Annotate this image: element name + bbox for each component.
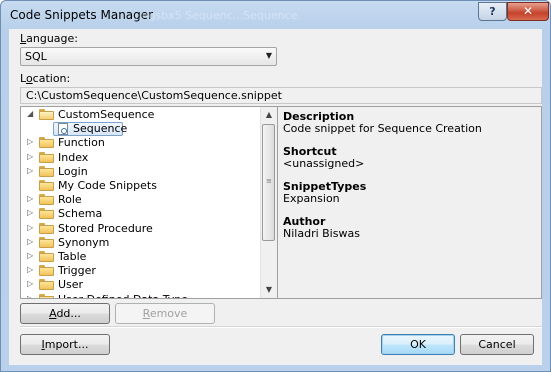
tree-item-label: Role	[58, 193, 82, 207]
dialog-body: Language: SQL ▼ Location: C:\CustomSeque…	[9, 29, 542, 365]
snippet-types-value: Expansion	[283, 192, 340, 205]
add-button[interactable]: Add...	[20, 303, 110, 324]
location-label: Location:	[20, 72, 71, 85]
folder-icon	[39, 180, 54, 191]
tree-item-label: Sequence	[73, 122, 128, 136]
title-bar[interactable]: Code Snippets Manager ...ngsbx5 Sequenc.…	[1, 1, 550, 29]
tree-item-folder[interactable]: ▷ User	[21, 278, 261, 292]
tree-item-snippet[interactable]: Sequence	[21, 122, 261, 137]
tree-item-folder[interactable]: ▷ Index	[21, 151, 261, 165]
description-value: Code snippet for Sequence Creation	[283, 122, 482, 135]
expand-arrow-icon[interactable]: ▷	[27, 237, 33, 246]
location-value: C:\CustomSequence\CustomSequence.snippet	[26, 89, 282, 102]
folder-icon	[39, 251, 54, 262]
tree-item-label: Function	[58, 136, 105, 150]
scroll-up-arrow-icon[interactable]: ▲	[261, 107, 277, 123]
tree-item-folder[interactable]: ▷ Login	[21, 165, 261, 179]
tree-item-label: User	[58, 278, 84, 292]
title-background-text: ...ngsbx5 Sequenc...Sequence.	[131, 9, 301, 22]
folder-icon	[39, 208, 54, 220]
tree-item-folder[interactable]: ▷ Role	[21, 193, 261, 207]
shortcut-value: <unassigned>	[283, 157, 365, 170]
snippet-details-panel: Description Code snippet for Sequence Cr…	[278, 106, 542, 299]
snippet-file-icon	[58, 123, 68, 136]
folder-icon	[39, 236, 54, 248]
tree-item-folder[interactable]: ▷ User Defined Data Type	[21, 293, 261, 298]
tree-item-folder[interactable]: ▷ Schema	[21, 207, 261, 221]
grip-icon: ≡	[266, 177, 272, 185]
tree-item-label: Index	[58, 150, 89, 164]
folder-icon	[39, 194, 54, 206]
language-select[interactable]: SQL ▼	[20, 47, 277, 66]
tree-item-label: CustomSequence	[58, 108, 155, 121]
collapse-arrow-icon[interactable]: ◢	[27, 109, 33, 118]
cancel-button[interactable]: Cancel	[460, 334, 534, 355]
scrollbar-thumb[interactable]: ≡	[262, 124, 275, 241]
tree-item-folder[interactable]: ◢ CustomSequence	[21, 108, 261, 122]
expand-arrow-icon[interactable]: ▷	[27, 137, 33, 146]
remove-button[interactable]: Remove	[115, 303, 215, 324]
open-folder-icon	[39, 109, 54, 120]
folder-icon	[39, 293, 54, 298]
tree-item-label: User Defined Data Type	[58, 293, 188, 298]
folder-icon	[39, 279, 54, 291]
folder-icon	[39, 151, 54, 163]
tree-item-label: My Code Snippets	[58, 179, 157, 192]
folder-icon	[39, 165, 54, 177]
ok-button[interactable]: OK	[381, 334, 455, 355]
expand-arrow-icon[interactable]: ▷	[27, 166, 33, 175]
close-button[interactable]: ✕	[507, 2, 549, 21]
folder-icon	[39, 137, 54, 149]
tree-item-label: Stored Procedure	[58, 221, 153, 235]
separator	[20, 326, 542, 328]
tree-item-folder[interactable]: ▷ Synonym	[21, 236, 261, 250]
tree-item-label: Schema	[58, 207, 103, 221]
tree-item-label: Login	[58, 164, 88, 178]
tree-item-folder[interactable]: ▷ Function	[21, 136, 261, 150]
scroll-down-arrow-icon[interactable]: ▼	[261, 282, 277, 298]
import-button[interactable]: Import...	[20, 334, 110, 355]
language-selected-value: SQL	[25, 50, 47, 63]
expand-arrow-icon[interactable]: ▷	[27, 223, 33, 232]
expand-arrow-icon[interactable]: ▷	[27, 208, 33, 217]
expand-arrow-icon[interactable]: ▷	[27, 194, 33, 203]
author-value: Niladri Biswas	[283, 227, 360, 240]
tree-item-folder[interactable]: ▷ Trigger	[21, 264, 261, 278]
chevron-down-icon: ▼	[265, 51, 272, 60]
tree-item-folder[interactable]: My Code Snippets	[21, 179, 261, 193]
code-snippets-manager-window: Code Snippets Manager ...ngsbx5 Sequenc.…	[0, 0, 551, 372]
tree-item-label: Trigger	[58, 264, 96, 278]
expand-arrow-icon[interactable]: ▷	[27, 294, 33, 298]
tree-item-label: Synonym	[58, 235, 110, 249]
expand-arrow-icon[interactable]: ▷	[27, 251, 33, 260]
expand-arrow-icon[interactable]: ▷	[27, 279, 33, 288]
tree-item-label: Table	[58, 250, 87, 263]
tree-item-folder[interactable]: ▷ Table	[21, 250, 261, 264]
folder-icon	[39, 265, 54, 277]
tree-item-folder[interactable]: ▷ Stored Procedure	[21, 222, 261, 236]
location-field[interactable]: C:\CustomSequence\CustomSequence.snippet	[20, 87, 542, 104]
help-button[interactable]: ?	[478, 2, 507, 21]
tree-scrollbar[interactable]: ▲ ≡ ▼	[260, 107, 277, 298]
folder-icon	[39, 222, 54, 234]
expand-arrow-icon[interactable]: ▷	[27, 152, 33, 161]
snippet-tree[interactable]: ◢ CustomSequence Sequence ▷ Function ▷ Index ▷ L…	[20, 106, 278, 299]
expand-arrow-icon[interactable]: ▷	[27, 265, 33, 274]
language-label: Language:	[20, 32, 79, 45]
